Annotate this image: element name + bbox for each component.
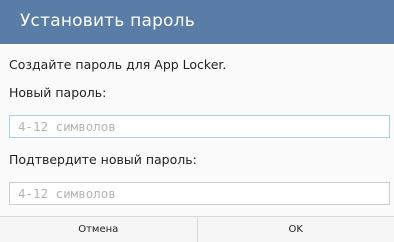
new-password-label: Новый пароль:	[9, 85, 107, 100]
dialog-body: Создайте пароль для App Locker. Новый па…	[0, 44, 394, 216]
new-password-input[interactable]	[9, 115, 390, 138]
dialog-button-bar: Отмена OK	[0, 216, 394, 242]
confirm-password-input[interactable]	[9, 182, 390, 205]
dialog-title: Установить пароль	[20, 11, 195, 31]
confirm-password-label: Подтвердите новый пароль:	[9, 152, 197, 167]
dialog-title-bar: Установить пароль	[0, 0, 394, 44]
cancel-button[interactable]: Отмена	[0, 217, 198, 242]
dialog-description: Создайте пароль для App Locker.	[9, 57, 227, 72]
set-password-dialog: Установить пароль Создайте пароль для Ap…	[0, 0, 394, 242]
ok-button[interactable]: OK	[198, 217, 394, 242]
